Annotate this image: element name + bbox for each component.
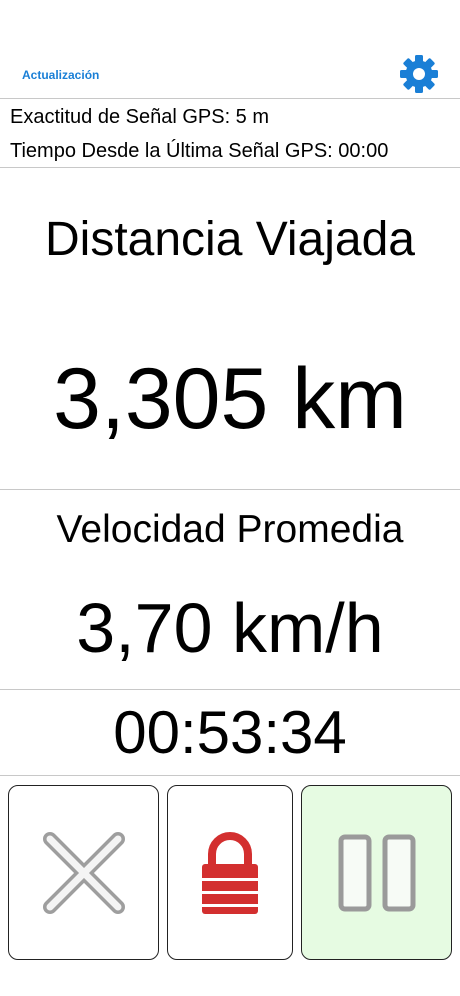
speed-value: 3,70 km/h xyxy=(76,589,384,667)
lock-button[interactable] xyxy=(167,785,293,960)
lock-icon xyxy=(202,831,258,914)
gps-last-signal: Tiempo Desde la Última Señal GPS: 00:00 xyxy=(10,140,389,162)
divider xyxy=(0,689,460,690)
gps-accuracy: Exactitud de Señal GPS: 5 m xyxy=(10,106,270,128)
divider xyxy=(0,489,460,490)
gear-icon[interactable] xyxy=(399,54,439,94)
distance-label: Distancia Viajada xyxy=(44,213,415,266)
speed-label: Velocidad Promedia xyxy=(56,508,404,551)
pause-button[interactable] xyxy=(301,785,452,960)
pause-icon xyxy=(338,834,415,911)
divider xyxy=(0,775,460,776)
divider xyxy=(0,167,460,168)
cancel-button[interactable] xyxy=(8,785,159,960)
divider xyxy=(0,98,460,99)
top-bar: Actualización xyxy=(0,0,460,98)
close-icon xyxy=(42,831,125,914)
update-link[interactable]: Actualización xyxy=(22,68,99,82)
elapsed-timer: 00:53:34 xyxy=(113,699,347,766)
distance-value: 3,305 km xyxy=(53,351,407,447)
